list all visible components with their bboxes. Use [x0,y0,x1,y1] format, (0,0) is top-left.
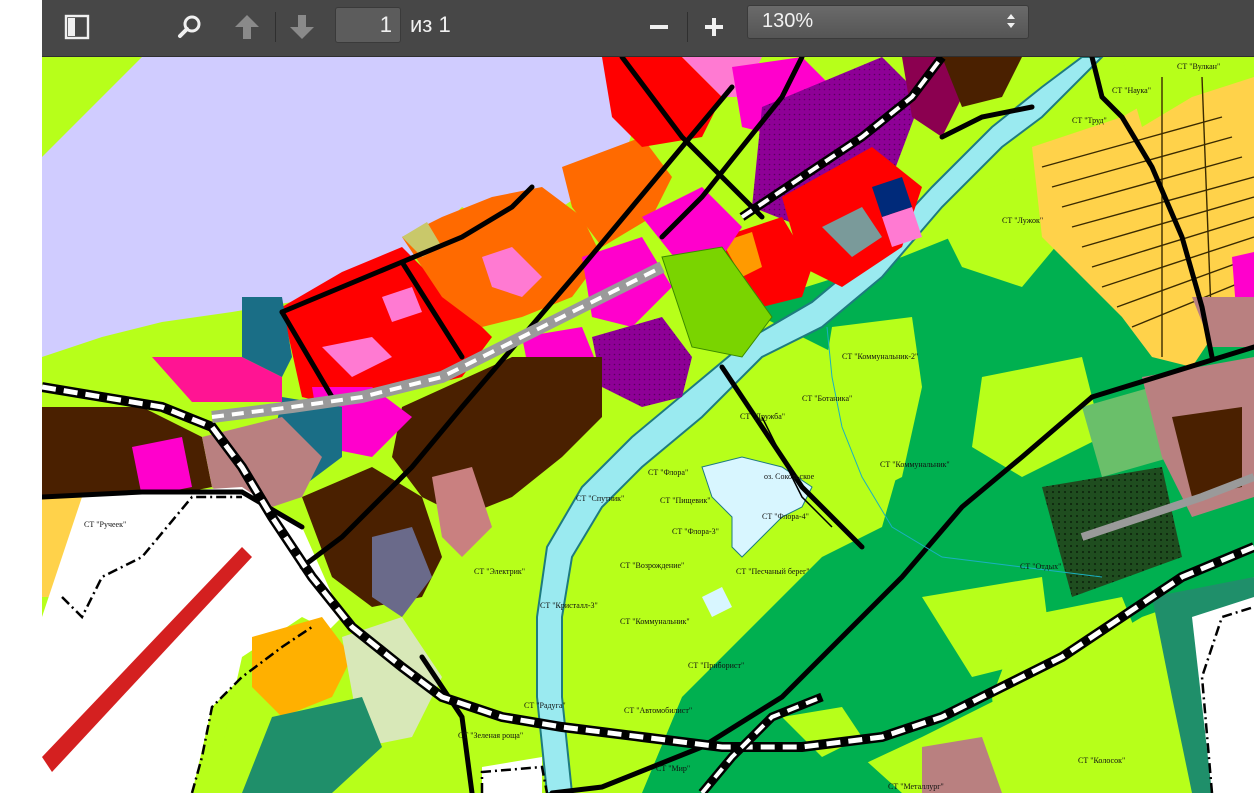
label-st-vozrozhdenie: СТ "Возрождение" [620,561,684,570]
label-st-trud: СТ "Труд" [1072,116,1107,125]
zoom-in-button[interactable] [699,10,729,44]
label-st-mir: СТ "Мир" [656,764,690,773]
label-st-botanika: СТ "Ботаника" [802,394,852,403]
label-st-flora4: СТ "Флора-4" [762,512,809,521]
label-st-kolos: СТ "Колосок" [1078,756,1125,765]
arrow-down-icon [290,15,314,39]
search-icon [178,15,201,38]
label-st-nauka: СТ "Наука" [1112,86,1151,95]
label-st-zelenaya-roscha: СТ "Зеленая роща" [458,731,523,740]
label-st-flora: СТ "Флора" [648,468,688,477]
label-st-vulkan: СТ "Вулкан" [1177,62,1220,71]
previous-page-button[interactable] [232,10,262,44]
label-st-kommunalnik: СТ "Коммунальник" [880,460,950,469]
label-st-kommunalnik2: СТ "Коммунальник-2" [842,352,918,361]
page-number-input[interactable] [335,7,401,43]
zone-public [132,437,192,497]
label-st-peschany: СТ "Песчаный берег" [736,567,810,576]
next-page-button[interactable] [287,10,317,44]
find-button[interactable] [175,10,205,44]
updown-chevron-icon [1007,14,1015,28]
zoom-out-button[interactable] [644,10,674,44]
plus-icon [705,18,723,36]
label-st-flora3: СТ "Флора-3" [672,527,719,536]
label-st-otdykh: СТ "Отдых" [1020,562,1061,571]
zoom-value: 130% [762,10,814,32]
left-margin [0,0,42,793]
label-st-raduga: СТ "Радуга" [524,701,566,710]
label-st-sputnik: СТ "Спутник" [576,494,624,503]
page-count-label: из 1 [410,12,451,37]
label-st-kommunalnik-b: СТ "Коммунальник" [620,617,690,626]
arrow-up-icon [235,15,259,39]
label-st-luzhok: СТ "Лужок" [1002,216,1043,225]
label-st-avtomobilist: СТ "Автомобилист" [624,706,692,715]
toolbar-separator [275,12,276,42]
label-st-pishchevik: СТ "Пищевик" [660,496,710,505]
sidebar-icon [64,14,90,40]
label-st-druzhba: СТ "Дружба" [740,412,785,421]
label-st-metallurg: СТ "Металлург" [888,782,944,791]
label-st-priborist: СТ "Приборист" [688,661,744,670]
label-st-kristall3: СТ "Кристалл-3" [540,601,598,610]
minus-icon [650,25,668,29]
label-oz-sokolskoe: оз. Сокольское [764,472,815,481]
label-st-elektrik: СТ "Электрик" [474,567,525,576]
toolbar-separator [687,12,688,42]
viewer-toolbar: из 1 130% [42,0,1254,57]
sidebar-toggle-button[interactable] [62,10,92,44]
label-st-ruchey: СТ "Ручеек" [84,520,126,529]
map-page[interactable]: СТ "Вулкан" СТ "Наука" СТ "Труд" СТ "Луж… [42,57,1254,793]
zoning-map: СТ "Вулкан" СТ "Наука" СТ "Труд" СТ "Луж… [42,57,1254,793]
zoom-select[interactable]: 130% [747,5,1029,39]
